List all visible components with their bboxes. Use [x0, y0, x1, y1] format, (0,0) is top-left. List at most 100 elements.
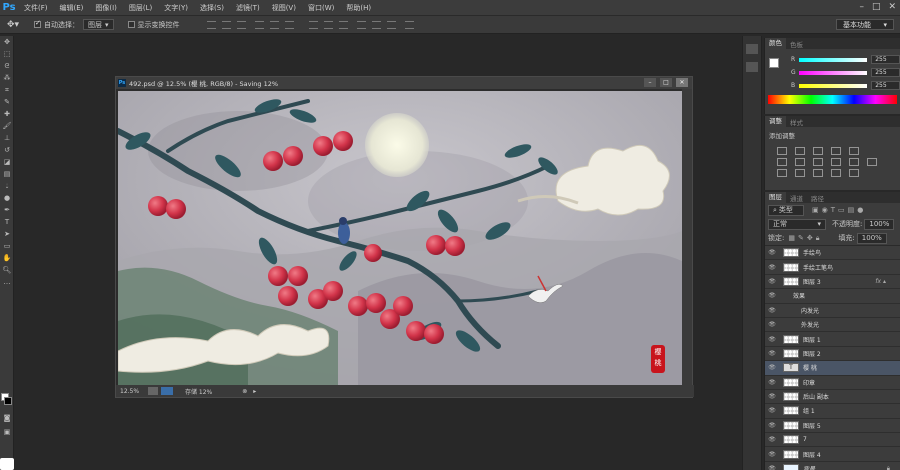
- taskbar-app-icon[interactable]: [0, 458, 14, 470]
- lock-icons[interactable]: ▦✎✥🔒︎: [788, 234, 822, 243]
- vertical-scrollbar[interactable]: [682, 89, 692, 387]
- lasso-tool-icon[interactable]: ᘓ: [0, 60, 14, 72]
- healing-brush-icon[interactable]: ✚: [0, 108, 14, 120]
- menu-item[interactable]: 窗口(W): [302, 0, 340, 16]
- path-select-icon[interactable]: ➤: [0, 228, 14, 240]
- channel-g-slider[interactable]: [798, 70, 868, 75]
- tab-paths[interactable]: 路径: [807, 193, 828, 203]
- layer-row[interactable]: 👁︎ 效果: [765, 289, 900, 304]
- align-top-icon[interactable]: [206, 20, 216, 29]
- type-tool-icon[interactable]: T: [0, 216, 14, 228]
- gradient-map-icon[interactable]: [849, 169, 859, 177]
- eye-visibility-icon[interactable]: 👁︎: [765, 451, 779, 458]
- distribute-middle-icon[interactable]: [323, 20, 333, 29]
- dodge-tool-icon[interactable]: ●: [0, 192, 14, 204]
- distribute-right-icon[interactable]: [386, 20, 396, 29]
- threshold-icon[interactable]: [813, 169, 823, 177]
- layer-row[interactable]: 👁︎ 图层 5: [765, 419, 900, 434]
- eye-visibility-icon[interactable]: 👁︎: [765, 436, 779, 443]
- shape-tool-icon[interactable]: ▭: [0, 240, 14, 252]
- layer-row[interactable]: 👁︎ 图层 1: [765, 332, 900, 347]
- eye-visibility-icon[interactable]: 👁︎: [765, 465, 779, 470]
- eye-visibility-icon[interactable]: 👁︎: [765, 264, 779, 271]
- layer-row[interactable]: 👁︎ 后山 副本: [765, 390, 900, 405]
- distribute-left-icon[interactable]: [356, 20, 366, 29]
- layer-row[interactable]: 👁︎ 外发光: [765, 318, 900, 333]
- layer-row[interactable]: 👁︎ 图层 3 fx ▴: [765, 275, 900, 290]
- layer-row[interactable]: 👁︎ 组 1: [765, 404, 900, 419]
- clone-stamp-icon[interactable]: ⊥: [0, 132, 14, 144]
- color-fg-swatch[interactable]: [769, 58, 779, 68]
- channel-b-value[interactable]: 255: [871, 81, 900, 90]
- close-icon[interactable]: ✕: [888, 2, 896, 12]
- move-tool-icon[interactable]: ✥: [0, 36, 14, 48]
- eye-visibility-icon[interactable]: 👁︎: [765, 393, 779, 400]
- doc-maximize-icon[interactable]: □: [660, 78, 672, 87]
- vibrance-icon[interactable]: [849, 147, 859, 155]
- tab-channels[interactable]: 通道: [786, 193, 807, 203]
- more-tools-icon[interactable]: …: [0, 276, 14, 288]
- artwork-canvas[interactable]: 樱桃: [118, 91, 682, 385]
- layer-row[interactable]: 👁︎ 印章: [765, 376, 900, 390]
- magic-wand-icon[interactable]: ⁂: [0, 72, 14, 84]
- zoom-tool-icon[interactable]: 🔍︎: [0, 264, 14, 276]
- brightness-icon[interactable]: [777, 147, 787, 155]
- cancel-save-icon[interactable]: ⊗: [242, 388, 247, 395]
- minimize-icon[interactable]: –: [859, 2, 864, 12]
- layer-row[interactable]: 👁︎ 图层 2: [765, 347, 900, 362]
- channel-g-value[interactable]: 255: [871, 68, 900, 77]
- hand-tool-icon[interactable]: ✋: [0, 252, 14, 264]
- black-white-icon[interactable]: [813, 158, 823, 166]
- curves-icon[interactable]: [813, 147, 823, 155]
- blur-tool-icon[interactable]: 💧︎: [0, 180, 14, 192]
- effect-visibility-icon[interactable]: 👁︎: [765, 321, 779, 328]
- move-tool-icon[interactable]: ✥▾: [0, 20, 26, 30]
- crop-tool-icon[interactable]: ⌗: [0, 84, 14, 96]
- document-title-bar[interactable]: Ps 492.psd @ 12.5% (樱 桃, RGB/8) - Saving…: [116, 77, 692, 89]
- layer-row[interactable]: 👁︎ 背景 🔒︎: [765, 462, 900, 470]
- quick-mask-icon[interactable]: ◙: [0, 412, 14, 424]
- pen-tool-icon[interactable]: ✒: [0, 204, 14, 216]
- eraser-icon[interactable]: ◪: [0, 156, 14, 168]
- layer-filter-dropdown[interactable]: ⌕ 类型: [768, 204, 804, 216]
- color-balance-icon[interactable]: [795, 158, 805, 166]
- menu-item[interactable]: 图像(I): [89, 0, 123, 16]
- menu-item[interactable]: 帮助(H): [340, 0, 377, 16]
- menu-item[interactable]: 图层(L): [123, 0, 158, 16]
- maximize-icon[interactable]: □: [872, 2, 881, 12]
- eye-visibility-icon[interactable]: 👁︎: [765, 379, 779, 386]
- layer-row[interactable]: 👁︎ 手绘工笔鸟: [765, 260, 900, 275]
- eye-visibility-icon[interactable]: 👁︎: [765, 336, 779, 343]
- properties-panel-icon[interactable]: [746, 62, 758, 72]
- tab-color[interactable]: 颜色: [765, 38, 786, 49]
- filter-icons[interactable]: ▣◉T▭▤●: [812, 206, 866, 214]
- auto-select-checkbox[interactable]: [34, 21, 41, 28]
- color-spectrum-bar[interactable]: [768, 95, 897, 104]
- channel-r-slider[interactable]: [798, 57, 868, 62]
- blend-mode-dropdown[interactable]: 正常 ▾: [768, 218, 826, 230]
- menu-item[interactable]: 选择(S): [194, 0, 230, 16]
- tab-swatches[interactable]: 色板: [786, 39, 807, 49]
- layer-row[interactable]: 👁︎ 图层 4: [765, 447, 900, 462]
- distribute-center-icon[interactable]: [371, 20, 381, 29]
- layer-row[interactable]: 👁︎ T 樱 桃: [765, 361, 900, 376]
- menu-item[interactable]: 文件(F): [18, 0, 54, 16]
- photo-filter-icon[interactable]: [831, 158, 841, 166]
- distribute-top-icon[interactable]: [308, 20, 318, 29]
- eye-visibility-icon[interactable]: 👁︎: [765, 422, 779, 429]
- color-lookup-icon[interactable]: [867, 158, 877, 166]
- layer-row[interactable]: 👁︎ 手绘鸟: [765, 246, 900, 261]
- align-middle-icon[interactable]: [221, 20, 231, 29]
- tab-layers[interactable]: 图层: [765, 192, 786, 203]
- status-menu-icon[interactable]: ▸: [253, 388, 256, 395]
- effect-visibility-icon[interactable]: 👁︎: [765, 292, 779, 299]
- brush-tool-icon[interactable]: 🖌︎: [0, 120, 14, 132]
- channel-b-slider[interactable]: [798, 83, 868, 88]
- invert-icon[interactable]: [777, 169, 787, 177]
- hue-saturation-icon[interactable]: [777, 158, 787, 166]
- auto-select-dropdown[interactable]: 图层 ▾: [83, 19, 114, 30]
- channel-r-value[interactable]: 255: [871, 55, 900, 64]
- channel-mixer-icon[interactable]: [849, 158, 859, 166]
- doc-close-icon[interactable]: ✕: [676, 78, 688, 87]
- fill-input[interactable]: 100%: [856, 232, 887, 244]
